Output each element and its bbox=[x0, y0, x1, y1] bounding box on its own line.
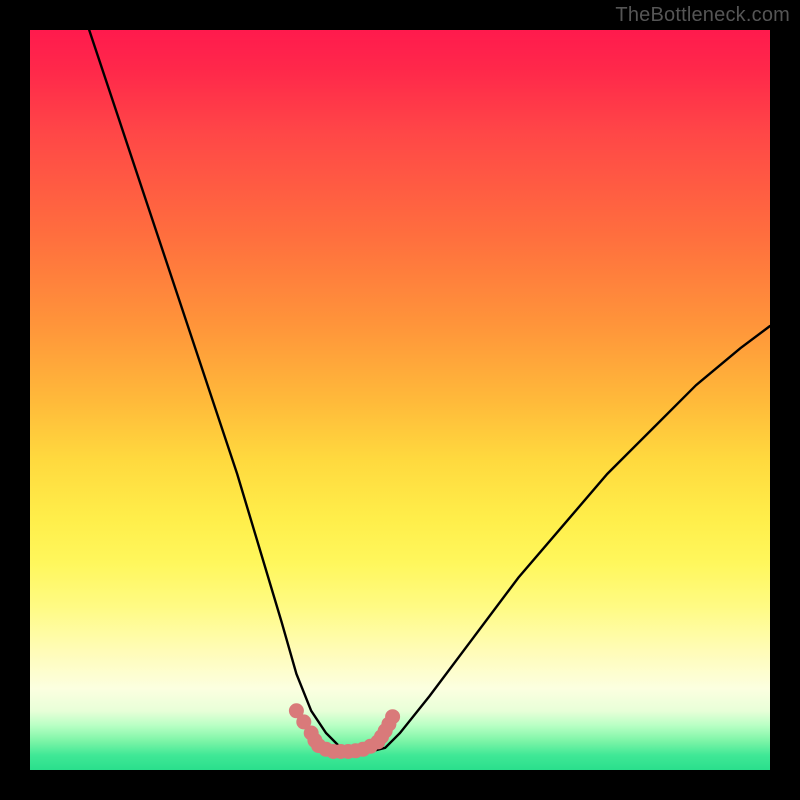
curve-marker bbox=[385, 709, 400, 724]
curve-layer bbox=[30, 30, 770, 770]
watermark-text: TheBottleneck.com bbox=[615, 4, 790, 27]
plot-area bbox=[30, 30, 770, 770]
chart-frame: TheBottleneck.com bbox=[0, 0, 800, 800]
curve-markers bbox=[289, 703, 400, 759]
bottleneck-curve bbox=[89, 30, 770, 752]
